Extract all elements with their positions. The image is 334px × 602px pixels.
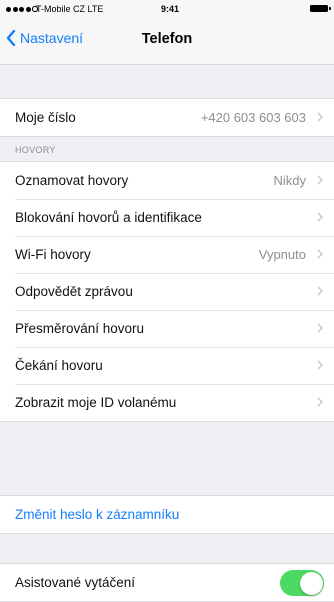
- status-time: 9:41: [161, 4, 180, 14]
- chevron-right-icon: [317, 175, 323, 185]
- show-caller-id-label: Zobrazit moje ID volanému: [15, 395, 177, 410]
- respond-with-text-label: Odpovědět zprávou: [15, 284, 133, 299]
- call-waiting-label: Čekání hovoru: [15, 358, 103, 373]
- call-blocking-row[interactable]: Blokování hovorů a identifikace: [0, 199, 334, 236]
- show-caller-id-row[interactable]: Zobrazit moje ID volanému: [0, 384, 334, 421]
- wifi-calling-value: Vypnuto: [258, 247, 306, 262]
- call-blocking-label: Blokování hovorů a identifikace: [15, 210, 202, 225]
- call-forwarding-row[interactable]: Přesměrování hovoru: [0, 310, 334, 347]
- call-waiting-row[interactable]: Čekání hovoru: [0, 347, 334, 384]
- assisted-dialing-group: Asistované vytáčení: [0, 563, 334, 602]
- assisted-dialing-row: Asistované vytáčení: [0, 564, 334, 601]
- status-bar: T-Mobile CZ LTE 9:41: [0, 0, 334, 20]
- my-number-value: +420 603 603 603: [200, 110, 306, 125]
- navigation-bar: T-Mobile CZ LTE 9:41 Nastavení Telefon: [0, 0, 334, 65]
- my-number-group: Moje číslo +420 603 603 603: [0, 98, 334, 137]
- chevron-right-icon: [317, 397, 323, 407]
- my-number-label: Moje číslo: [15, 110, 76, 125]
- chevron-right-icon: [317, 360, 323, 370]
- carrier-label: T-Mobile CZ LTE: [36, 4, 104, 14]
- wifi-calling-row[interactable]: Wi-Fi hovory Vypnuto: [0, 236, 334, 273]
- my-number-row[interactable]: Moje číslo +420 603 603 603: [0, 99, 334, 136]
- battery-icon: [310, 5, 331, 12]
- signal-strength-icon: [6, 5, 38, 13]
- chevron-right-icon: [317, 323, 323, 333]
- announce-calls-label: Oznamovat hovory: [15, 173, 129, 188]
- wifi-calling-label: Wi-Fi hovory: [15, 247, 91, 262]
- page-title: Telefon: [141, 31, 193, 47]
- change-voicemail-password-row[interactable]: Změnit heslo k záznamníku: [0, 496, 334, 533]
- assisted-dialing-label: Asistované vytáčení: [15, 575, 136, 590]
- announce-calls-row[interactable]: Oznamovat hovory Nikdy: [0, 162, 334, 199]
- chevron-right-icon: [317, 249, 323, 259]
- calls-group: Oznamovat hovory Nikdy Blokování hovorů …: [0, 161, 334, 422]
- assisted-dialing-toggle[interactable]: [280, 570, 324, 596]
- voicemail-group: Změnit heslo k záznamníku: [0, 495, 334, 534]
- chevron-right-icon: [317, 286, 323, 296]
- chevron-right-icon: [317, 212, 323, 222]
- announce-calls-value: Nikdy: [273, 173, 306, 188]
- toggle-knob: [299, 571, 323, 595]
- call-forwarding-label: Přesměrování hovoru: [15, 321, 145, 336]
- change-voicemail-password-label: Změnit heslo k záznamníku: [15, 507, 180, 522]
- chevron-right-icon: [317, 112, 323, 122]
- respond-with-text-row[interactable]: Odpovědět zprávou: [0, 273, 334, 310]
- calls-section-header: HOVORY: [15, 145, 56, 155]
